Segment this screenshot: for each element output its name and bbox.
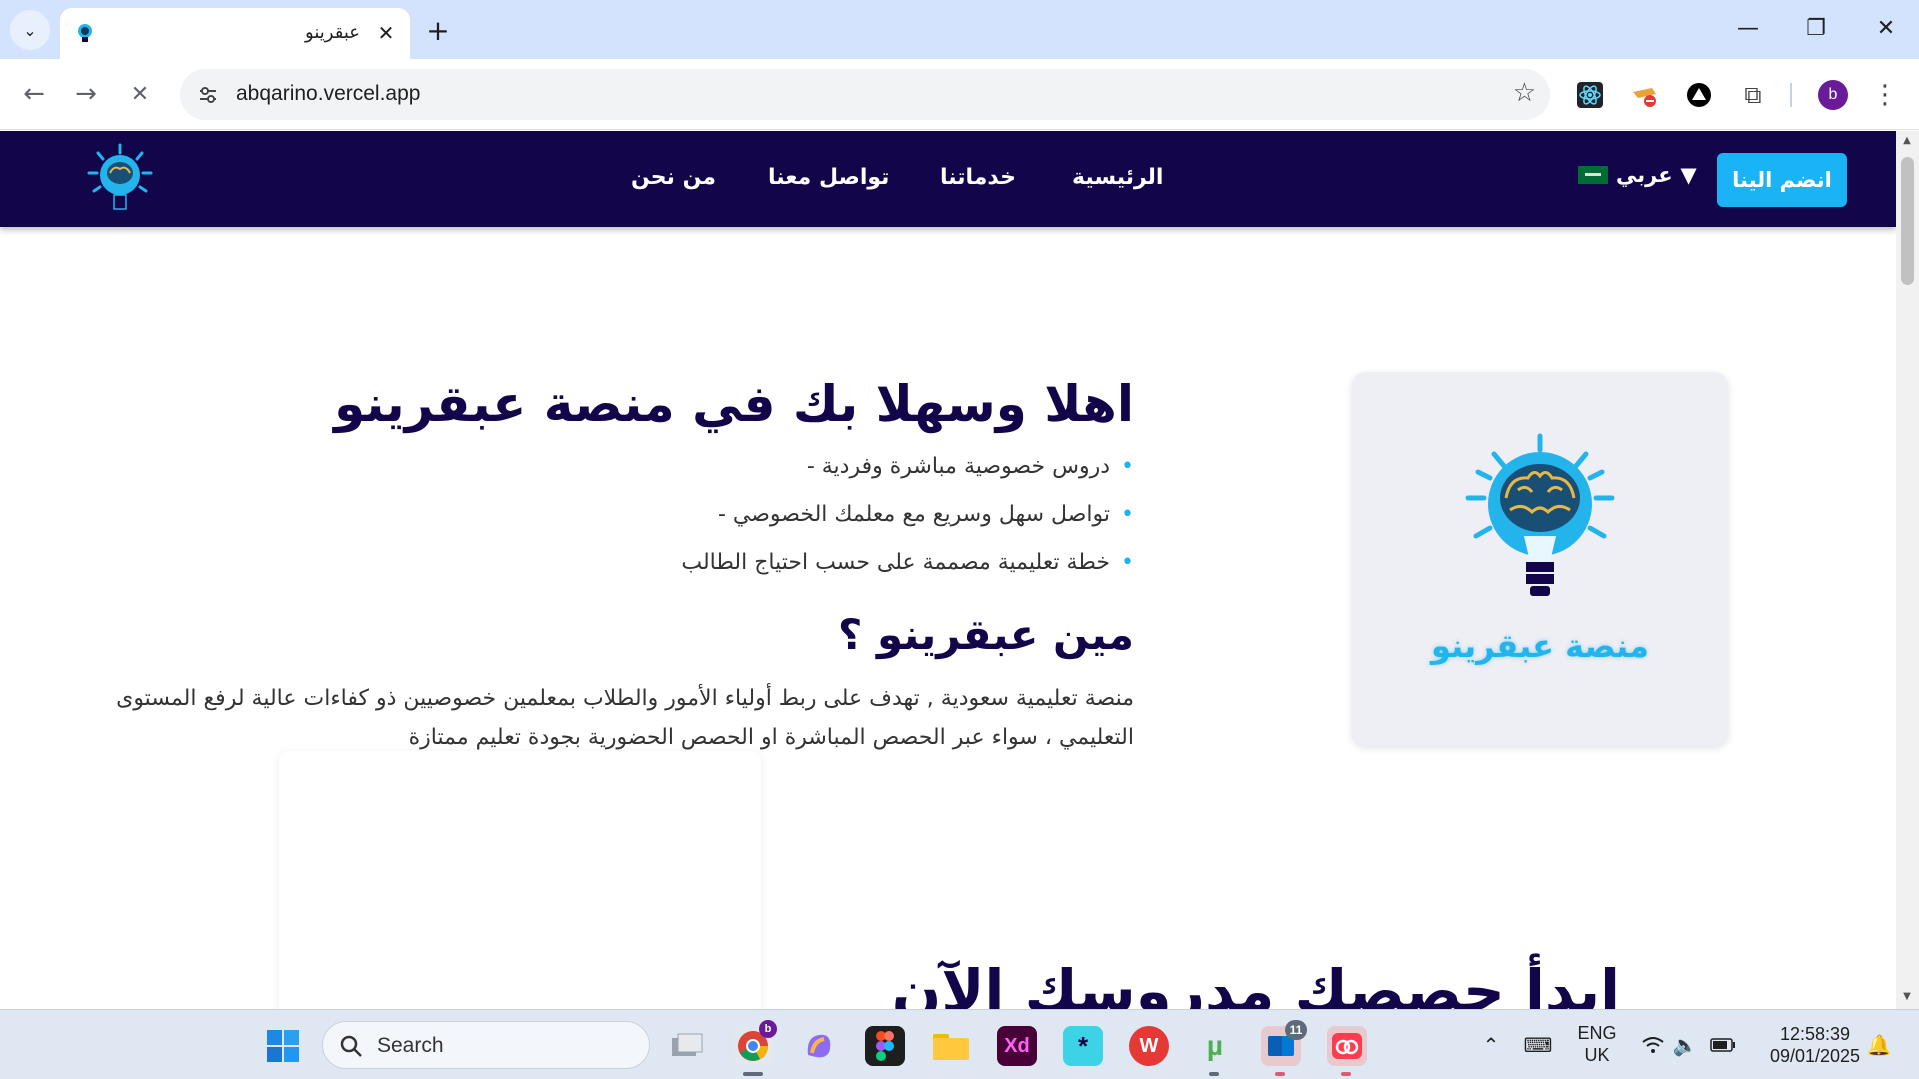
task-view-icon[interactable] [667, 1026, 707, 1066]
scroll-down-icon[interactable]: ▼ [1900, 991, 1914, 1005]
adobe-xd-icon[interactable]: Xd [997, 1026, 1037, 1066]
toolbar-divider [1790, 83, 1792, 107]
clock-date: 09/01/2025 [1769, 1046, 1861, 1066]
clock[interactable]: 12:58:39 09/01/2025 [1755, 1023, 1875, 1067]
windows-start-icon[interactable] [263, 1026, 303, 1066]
taskbar-search-box[interactable]: Search [322, 1021, 650, 1069]
chevron-down-icon: ⌄ [23, 20, 37, 40]
site-logo[interactable] [86, 143, 154, 215]
address-bar[interactable]: abqarino.vercel.app ☆ [180, 69, 1550, 120]
forward-arrow-icon[interactable]: → [66, 74, 106, 114]
chrome-profile-badge: b [759, 1020, 777, 1038]
who-are-we-title: مين عبقرينو ؟ [838, 610, 1134, 659]
windows-taskbar: Search b Xd * W µ 11 ⌃ ENG UK ⌨ 🔈 12:58:… [0, 1009, 1919, 1079]
more-menu-icon[interactable]: ⋮ [1870, 77, 1900, 113]
site-navbar: الرئيسية خدماتنا تواصل معنا من نحن ▼ عرب… [0, 131, 1896, 227]
tab-strip: ⌄ عبقرينو ✕ + — ❐ ✕ [0, 0, 1919, 59]
search-icon [340, 1035, 362, 1057]
utorrent-icon[interactable]: µ [1195, 1026, 1235, 1066]
battery-icon[interactable] [1710, 1032, 1736, 1058]
browser-toolbar: ← → ✕ abqarino.vercel.app ☆ ⧉ b ⋮ [0, 59, 1919, 130]
scrollbar-thumb[interactable] [1901, 157, 1914, 285]
lightbulb-brain-logo [1465, 433, 1615, 596]
figma-icon[interactable] [865, 1026, 905, 1066]
feature-item: دروس خصوصية مباشرة وفردية - [110, 443, 1134, 491]
chrome-taskbar-icon[interactable]: b [733, 1020, 777, 1066]
language-label: عربي [1616, 163, 1673, 187]
language-code: ENG [1577, 1023, 1617, 1043]
nav-link-services[interactable]: خدماتنا [940, 165, 1016, 190]
page-viewport: الرئيسية خدماتنا تواصل معنا من نحن ▼ عرب… [0, 131, 1896, 1009]
utorrent-running-indicator [1209, 1072, 1219, 1076]
language-selector[interactable]: ▼ عربي [1578, 163, 1697, 187]
new-tab-button[interactable]: + [420, 12, 456, 48]
file-explorer-icon[interactable] [931, 1026, 971, 1066]
next-section-card [279, 751, 761, 1009]
back-arrow-icon[interactable]: ← [14, 74, 54, 114]
close-tab-icon[interactable]: ✕ [372, 19, 400, 47]
react-devtools-icon[interactable] [1573, 78, 1607, 112]
url-text: abqarino.vercel.app [236, 82, 421, 105]
next-section-title: ابدأ حصصك مدروسك الآن [891, 957, 1620, 1009]
nav-link-about[interactable]: من نحن [631, 165, 716, 190]
lightbulb-favicon-icon [78, 24, 92, 42]
restore-icon[interactable]: ❐ [1788, 8, 1844, 48]
asterisk-app-icon[interactable]: * [1063, 1026, 1103, 1066]
notification-bell-icon[interactable]: 🔔 [1866, 1032, 1892, 1058]
active-tab[interactable]: عبقرينو ✕ [60, 8, 410, 59]
who-are-we-text: منصة تعليمية سعودية , تهدف على ربط أوليا… [116, 686, 1134, 750]
outlook-running-indicator [1275, 1072, 1285, 1076]
nav-link-contact[interactable]: تواصل معنا [768, 165, 889, 190]
page-scrollbar[interactable]: ▲ ▼ [1896, 131, 1919, 1009]
language-region: UK [1584, 1045, 1610, 1065]
saudi-flag-icon [1578, 166, 1608, 184]
keyboard-icon[interactable]: ⌨ [1524, 1032, 1553, 1058]
nav-link-home[interactable]: الرئيسية [1072, 165, 1163, 190]
extension-blocked-icon[interactable] [1628, 78, 1662, 112]
clock-time: 12:58:39 [1779, 1024, 1851, 1044]
wps-office-icon[interactable]: W [1129, 1026, 1169, 1066]
vercel-extension-icon[interactable] [1682, 78, 1716, 112]
feature-item: خطة تعليمية مصممة على حسب احتياج الطالب [110, 539, 1134, 587]
feature-item: تواصل سهل وسريع مع معلمك الخصوصي - [110, 491, 1134, 539]
wifi-icon[interactable] [1640, 1032, 1666, 1058]
dropdown-arrow-icon: ▼ [1680, 163, 1697, 187]
input-language-indicator[interactable]: ENG UK [1572, 1022, 1622, 1066]
profile-avatar[interactable]: b [1818, 80, 1848, 110]
volume-icon[interactable]: 🔈 [1672, 1032, 1698, 1058]
scroll-up-icon[interactable]: ▲ [1900, 135, 1914, 149]
tab-title: عبقرينو [305, 22, 360, 43]
hero-brand-name: منصة عبقرينو [1431, 627, 1649, 665]
join-us-button[interactable]: انضم الينا [1717, 153, 1847, 207]
bookmark-star-icon[interactable]: ☆ [1513, 78, 1536, 108]
notification-count-badge: 11 [1285, 1020, 1307, 1040]
chrome-running-indicator [743, 1072, 763, 1076]
creative-cloud-icon[interactable] [1327, 1026, 1367, 1066]
extensions-puzzle-icon[interactable]: ⧉ [1736, 78, 1770, 112]
copilot-icon[interactable] [799, 1026, 839, 1066]
outlook-icon[interactable]: 11 [1261, 1020, 1307, 1066]
minimize-icon[interactable]: — [1720, 8, 1776, 48]
close-window-icon[interactable]: ✕ [1858, 8, 1914, 48]
stop-loading-icon[interactable]: ✕ [120, 74, 160, 114]
hero-text-block: اهلا وسهلا بك في منصة عبقرينو دروس خصوصي… [110, 369, 1134, 757]
hero-title: اهلا وسهلا بك في منصة عبقرينو [334, 375, 1134, 433]
feature-list: دروس خصوصية مباشرة وفردية - تواصل سهل وس… [110, 443, 1134, 587]
hero-logo-card: منصة عبقرينو [1352, 372, 1728, 746]
creative-cloud-running-indicator [1341, 1072, 1351, 1076]
show-hidden-icons-chevron-icon[interactable]: ⌃ [1478, 1032, 1504, 1058]
site-settings-icon[interactable] [192, 79, 224, 111]
search-label: Search [377, 1034, 444, 1057]
tab-search-button[interactable]: ⌄ [10, 10, 50, 50]
